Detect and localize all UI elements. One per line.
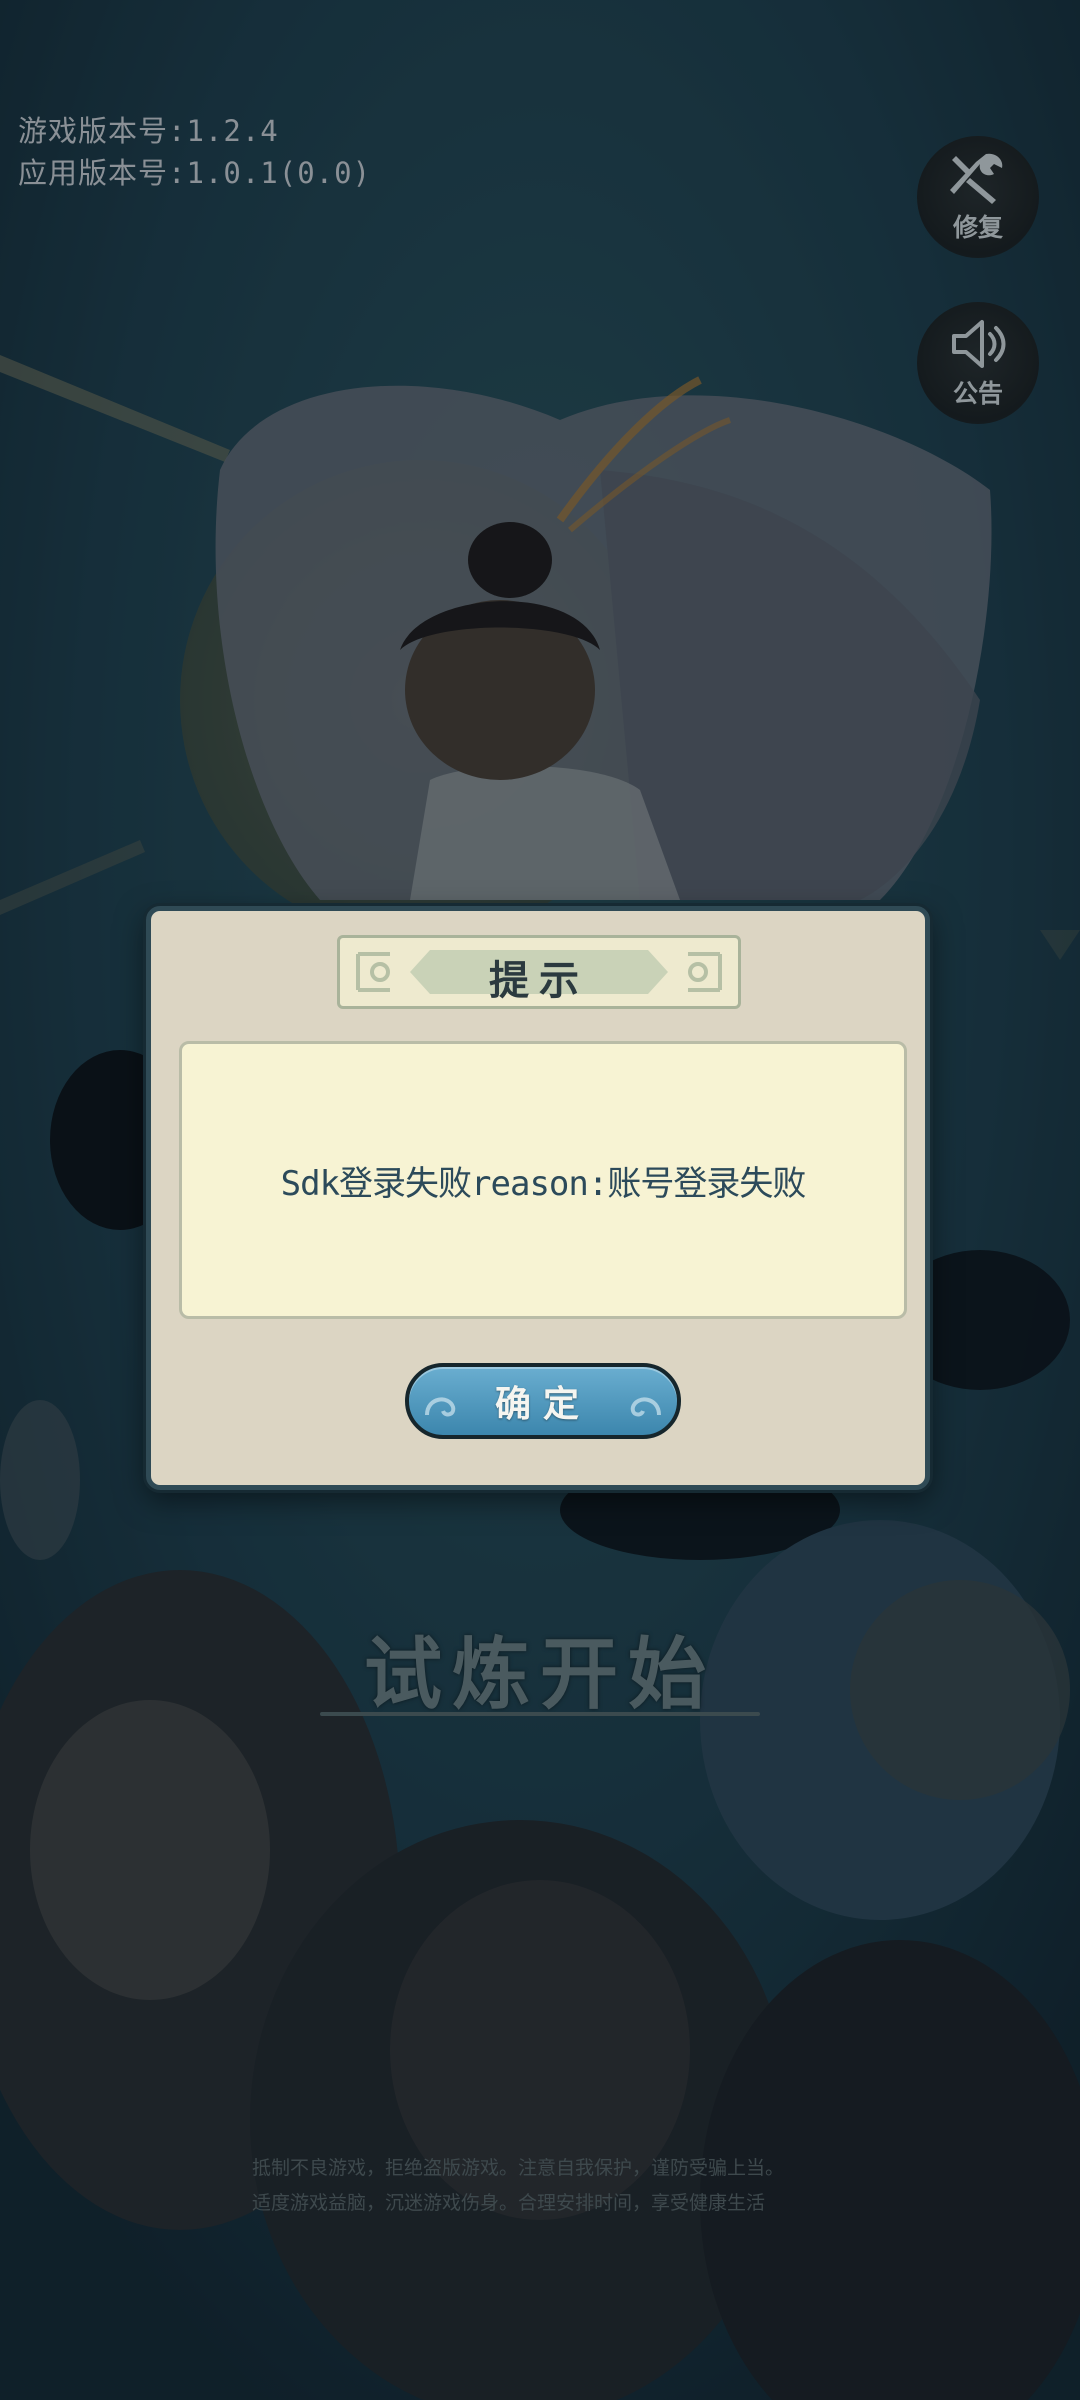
game-version-label: 游戏版本号:1.2.4	[18, 114, 279, 148]
dialog-content-box: Sdk登录失败reason:账号登录失败	[179, 1041, 907, 1319]
health-notice-line-2: 适度游戏益脑，沉迷游戏伤身。合理安排时间，享受健康生活	[252, 2192, 766, 2214]
start-title-underline	[320, 1712, 760, 1716]
wrench-hammer-icon	[950, 153, 1003, 204]
dialog-message: Sdk登录失败reason:账号登录失败	[280, 1163, 807, 1204]
announcement-button[interactable]: 公告	[917, 302, 1039, 424]
alert-dialog: 提示 Sdk登录失败reason:账号登录失败 确定	[146, 906, 930, 1490]
dialog-title: 提示	[489, 958, 589, 1004]
confirm-label: 确定	[494, 1384, 591, 1425]
start-trial-button[interactable]: 试炼开始	[0, 1612, 1080, 1724]
app-version-label: 应用版本号:1.0.1(0.0)	[18, 156, 372, 190]
dialog-title-plate: 提示	[337, 935, 741, 1009]
announcement-label: 公告	[952, 379, 1003, 408]
repair-button[interactable]: 修复	[917, 136, 1039, 258]
repair-label: 修复	[952, 213, 1003, 242]
speaker-icon	[952, 320, 1006, 368]
confirm-button[interactable]: 确定	[405, 1363, 681, 1439]
health-notice-line-1: 抵制不良游戏，拒绝盗版游戏。注意自我保护，谨防受骗上当。	[252, 2157, 785, 2179]
